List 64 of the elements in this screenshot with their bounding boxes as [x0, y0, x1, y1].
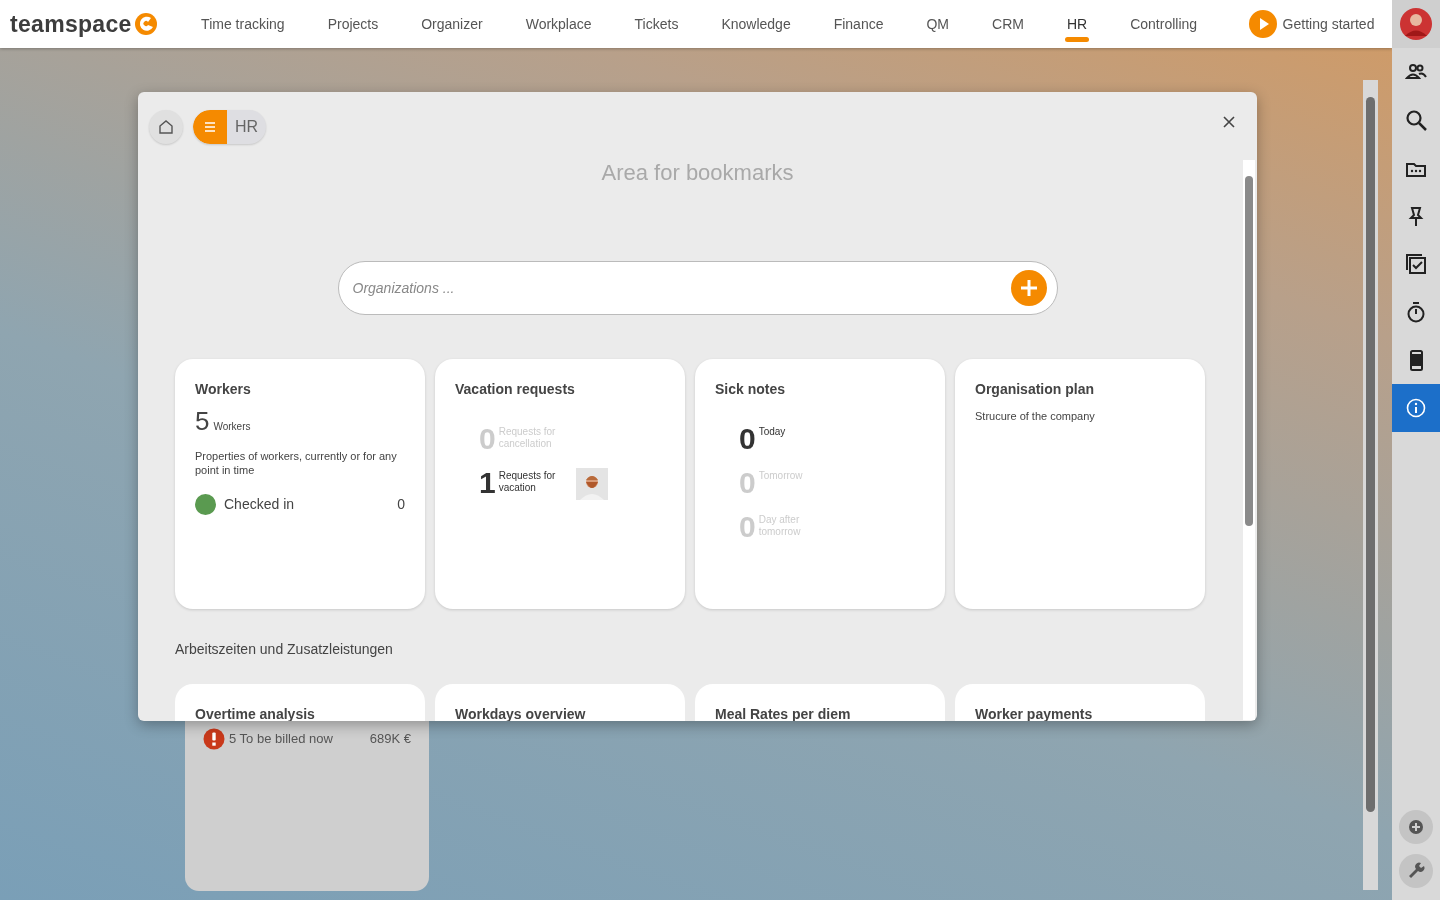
- scrollbar[interactable]: [1243, 160, 1255, 720]
- avatar-button[interactable]: [1392, 0, 1440, 48]
- bookmarks-hint: Area for bookmarks: [600, 159, 795, 187]
- stopwatch-icon: [1405, 301, 1427, 323]
- nav-tab[interactable]: Organizer: [399, 0, 505, 48]
- logo-text: teamspace: [10, 9, 132, 39]
- tile-card[interactable]: Workers 5 Workers Properties of workers, currently or for any point in time Checked in 0: [175, 359, 425, 609]
- tile-title: Meal Rates per diem: [715, 705, 852, 721]
- play-icon: [1248, 10, 1277, 38]
- tile-title: Workdays overview: [455, 705, 587, 721]
- tile-title: Overtime analysis: [195, 705, 316, 721]
- tools-button[interactable]: [1399, 854, 1433, 888]
- amount-text: 689K €: [369, 730, 411, 749]
- section-heading: Arbeitszeiten und Zusatzleistungen: [175, 640, 394, 659]
- tile-card[interactable]: Worker payments: [955, 684, 1205, 721]
- logo-icon: [133, 12, 158, 36]
- alert-text: 5 To be billed now: [229, 730, 333, 749]
- tile-description: Strucure of the company: [975, 409, 1096, 424]
- menu-icon: [204, 121, 216, 133]
- scrollbar[interactable]: [1363, 80, 1378, 890]
- count-label: Workers: [213, 420, 251, 434]
- home-button[interactable]: [149, 110, 183, 144]
- count-value: 0: [739, 424, 756, 454]
- nav-tab[interactable]: CRM: [970, 0, 1046, 48]
- nav-tab[interactable]: Tickets: [613, 0, 700, 48]
- nav-tab[interactable]: Controlling: [1108, 0, 1219, 48]
- nav-tab[interactable]: HR: [1045, 0, 1109, 48]
- close-button[interactable]: [1223, 116, 1235, 128]
- count-label: Today: [758, 426, 787, 438]
- add-icon: [1408, 819, 1424, 835]
- nav-tab[interactable]: QM: [905, 0, 971, 48]
- status-label: Checked in: [224, 494, 295, 514]
- tile-description: Properties of workers, currently or for any point in time: [195, 450, 398, 478]
- tile-title: Vacation requests: [455, 380, 576, 399]
- info-icon: [1405, 397, 1427, 419]
- home-icon: [158, 119, 174, 135]
- count-value: 5: [195, 408, 210, 434]
- close-icon: [1223, 116, 1235, 128]
- nav-tab[interactable]: Projects: [306, 0, 400, 48]
- sidebar-button[interactable]: [1392, 384, 1440, 432]
- tile-card[interactable]: Overtime analysis: [175, 684, 425, 721]
- tile-card[interactable]: Meal Rates per diem: [695, 684, 945, 721]
- count-label: Requests for vacation: [498, 470, 557, 494]
- tile-title: Sick notes: [715, 380, 787, 399]
- tile-title: Worker payments: [975, 705, 1094, 721]
- tile-title: Organisation plan: [975, 380, 1095, 399]
- plus-icon: [1018, 278, 1039, 298]
- alert-icon: [203, 728, 225, 750]
- count-value: 1: [479, 468, 496, 498]
- nav-tab[interactable]: Workplace: [504, 0, 614, 48]
- avatar-icon: [1400, 8, 1432, 40]
- getting-started-button[interactable]: Getting started: [1242, 9, 1381, 39]
- search-icon: [1405, 109, 1427, 131]
- breadcrumb-button[interactable]: HR: [193, 110, 267, 144]
- nav-tab[interactable]: Finance: [812, 0, 905, 48]
- tile-card[interactable]: Workdays overview: [435, 684, 685, 721]
- nav-tab[interactable]: Knowledge: [699, 0, 813, 48]
- add-button[interactable]: [1399, 810, 1433, 844]
- tile-card[interactable]: Organisation plan Strucure of the company: [955, 359, 1205, 609]
- nav-tab[interactable]: Time tracking: [179, 0, 307, 48]
- tile-title: Workers: [195, 380, 252, 399]
- search-field[interactable]: Organizations ...: [337, 261, 1058, 315]
- status-count: 0: [397, 494, 405, 514]
- checklist-icon: [1405, 253, 1427, 275]
